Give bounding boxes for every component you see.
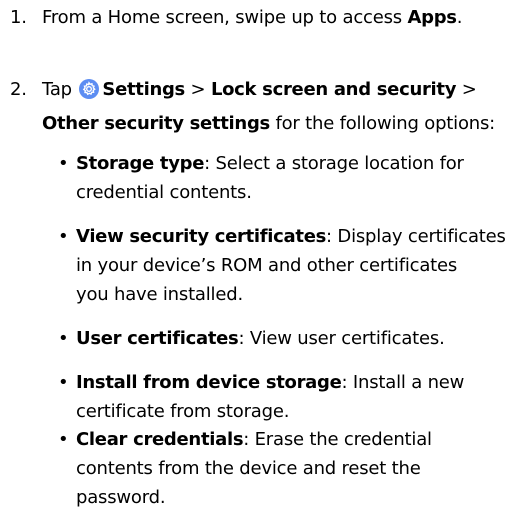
bullet: • — [58, 429, 69, 450]
step-2-line-1: Tap Settings > Lock screen and security … — [42, 77, 477, 103]
option-term: User certificates — [76, 328, 239, 349]
option-desc: : Erase the credential — [243, 429, 432, 450]
step-1-text-before: From a Home screen, swipe up to access — [42, 7, 408, 28]
separator: > — [190, 79, 206, 100]
option-desc: : Install a new — [341, 372, 465, 393]
option-term: Storage type — [76, 153, 205, 174]
step-number: 1. — [10, 7, 27, 28]
step-number: 2. — [10, 79, 27, 100]
option-term: Install from device storage — [76, 372, 342, 393]
option-line: Install from device storage: Install a n… — [76, 370, 464, 396]
bullet: • — [58, 226, 69, 247]
bullet: • — [58, 372, 69, 393]
tap-label: Tap — [42, 79, 72, 100]
option-line: Clear credentials: Erase the credential — [76, 427, 432, 453]
option-line: Storage type: Select a storage location … — [76, 151, 464, 177]
option-term: View security certificates — [76, 226, 327, 247]
step-1-text: From a Home screen, swipe up to access A… — [42, 5, 462, 31]
option-term: Clear credentials — [76, 429, 244, 450]
option-line: User certificates: View user certificate… — [76, 326, 445, 352]
lock-screen-term: Lock screen and security — [210, 79, 457, 100]
separator: > — [461, 79, 477, 100]
option-desc: in your device’s ROM and other certifica… — [76, 255, 458, 276]
bullet: • — [58, 328, 69, 349]
option-desc: credential contents. — [76, 182, 252, 203]
option-desc: certificate from storage. — [76, 401, 290, 422]
settings-term: Settings — [102, 79, 185, 100]
bullet: • — [58, 153, 69, 174]
step-1-period: . — [456, 7, 463, 28]
option-desc: : View user certificates. — [238, 328, 445, 349]
settings-gear-icon — [79, 79, 100, 99]
option-desc: : Display certificates — [326, 226, 506, 247]
step-2-tail: for the following options: — [269, 113, 496, 134]
option-desc: you have installed. — [76, 284, 243, 305]
step-2-line-2: Other security settings for the followin… — [42, 111, 495, 137]
option-desc: password. — [76, 487, 166, 508]
other-security-term: Other security settings — [42, 113, 270, 134]
option-desc: : Select a storage location for — [204, 153, 464, 174]
option-line: View security certificates: Display cert… — [76, 224, 506, 250]
option-desc: contents from the device and reset the — [76, 458, 421, 479]
apps-term: Apps — [407, 7, 457, 28]
